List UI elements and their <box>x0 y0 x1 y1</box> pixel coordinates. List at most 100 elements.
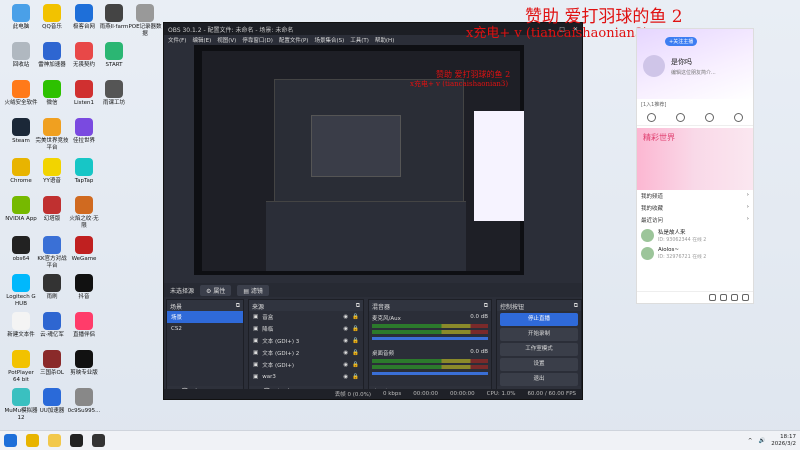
visibility-icon[interactable]: ◉ <box>343 350 348 356</box>
desktop-icon[interactable]: 幻塔版 <box>35 196 69 223</box>
visibility-icon[interactable]: ◉ <box>343 314 348 320</box>
desktop-icon[interactable]: 极客台网 <box>67 4 101 31</box>
menu-item[interactable]: 配置文件(P) <box>279 36 309 44</box>
desktop-icon[interactable]: QQ音乐 <box>35 4 69 31</box>
desktop-icon[interactable]: Chrome <box>4 158 38 185</box>
desktop-icon[interactable]: POE记录器数据 <box>128 4 162 37</box>
desktop-icon[interactable]: 雨刷 <box>35 274 69 301</box>
desktop-icon[interactable]: 直播伴侣 <box>67 312 101 339</box>
chrome-icon[interactable] <box>26 434 39 447</box>
tray-volume-icon[interactable]: 🔊 <box>758 438 765 444</box>
tab-recent-icon[interactable] <box>676 113 685 122</box>
follow-badge[interactable]: +关注主播 <box>665 37 698 46</box>
source-item[interactable]: ▣ 降临 ◉ 🔒 <box>249 323 363 335</box>
bottom-icon[interactable] <box>720 294 727 301</box>
desktop-icon[interactable]: 佳拉世界 <box>67 118 101 145</box>
promo-banner[interactable]: 精彩世界 <box>637 128 753 190</box>
source-item[interactable]: ▣ 文本 (GDI+) 2 ◉ 🔒 <box>249 347 363 359</box>
windows-icon[interactable] <box>4 434 17 447</box>
dock-popout-icon[interactable]: ⧉ <box>356 302 360 309</box>
source-item[interactable]: ▣ war3 ◉ 🔒 <box>249 371 363 383</box>
obs-window[interactable]: OBS 30.1.2 - 配置文件: 未命名 - 场景: 未命名 – □ ✕ 文… <box>163 22 583 400</box>
scene-item[interactable]: CS2 <box>167 323 243 335</box>
visibility-icon[interactable]: ◉ <box>343 362 348 368</box>
channel-menu-item[interactable]: 最近访问 › <box>637 214 753 226</box>
desktop-icon[interactable]: 火焰之纹·无限 <box>67 196 101 229</box>
folder-icon[interactable] <box>48 434 61 447</box>
clock[interactable]: 18:17 2026/3/2 <box>771 434 796 448</box>
obs-preview[interactable]: 赞助 爱打羽球的鱼 2 x充电+ v (tiancaishaonian3) <box>194 45 524 275</box>
lock-icon[interactable]: 🔒 <box>352 326 359 332</box>
desktop-icon[interactable]: 雨课工坊 <box>97 80 131 107</box>
control-button[interactable]: 开始录制 <box>500 328 578 341</box>
desktop-icon[interactable]: obs64 <box>4 236 38 263</box>
desktop-icon[interactable]: 回收站 <box>4 42 38 69</box>
desktop-icon[interactable]: Steam <box>4 118 38 145</box>
desktop-icon[interactable]: START <box>97 42 131 69</box>
volume-slider[interactable] <box>372 337 488 340</box>
desktop-icon[interactable]: 云·魂亿军 <box>35 312 69 339</box>
source-item[interactable]: ▣ 文本 (GDI+) ◉ 🔒 <box>249 359 363 371</box>
menu-item[interactable]: 文件(F) <box>168 36 186 44</box>
tab-home-icon[interactable] <box>647 113 656 122</box>
control-button[interactable]: 工作室模式 <box>500 343 578 356</box>
desktop-icon[interactable]: 雨燕Il·farm <box>97 4 131 31</box>
volume-slider[interactable] <box>372 372 488 375</box>
desktop-icon[interactable]: 抖音 <box>67 274 101 301</box>
menu-item[interactable]: 编辑(E) <box>192 36 211 44</box>
visibility-icon[interactable]: ◉ <box>343 374 348 380</box>
lock-icon[interactable]: 🔒 <box>352 350 359 356</box>
desktop-icon[interactable]: UU加速器 <box>35 388 69 415</box>
bottom-icon[interactable] <box>742 294 749 301</box>
obs-icon[interactable] <box>92 434 105 447</box>
bottom-icon[interactable] <box>709 294 716 301</box>
desktop-icon[interactable]: 微信 <box>35 80 69 107</box>
lock-icon[interactable]: 🔒 <box>352 314 359 320</box>
dock-popout-icon[interactable]: ⧉ <box>484 302 488 309</box>
menu-item[interactable]: 帮助(H) <box>375 36 394 44</box>
visibility-icon[interactable]: ◉ <box>343 338 348 344</box>
menu-item[interactable]: 工具(T) <box>350 36 369 44</box>
desktop-icon[interactable]: 火绒安全软件 <box>4 80 38 107</box>
tab-profile-icon[interactable] <box>734 113 743 122</box>
desktop-icon[interactable]: 雷神加速器 <box>35 42 69 69</box>
desktop-icon[interactable]: NVIDIA App <box>4 196 38 223</box>
recent-item[interactable]: 私是故人来 ID: 93062344 在线 2 <box>637 226 753 245</box>
desktop-icon[interactable]: 新建文本件 <box>4 312 38 339</box>
source-item[interactable]: ▣ 音盒 ◉ 🔒 <box>249 311 363 323</box>
desktop-icon[interactable]: Logitech G HUB <box>4 274 38 307</box>
visibility-icon[interactable]: ◉ <box>343 326 348 332</box>
source-item[interactable]: ▣ 文本 (GDI+) 3 ◉ 🔒 <box>249 335 363 347</box>
dock-popout-icon[interactable]: ⧉ <box>574 302 578 309</box>
lock-icon[interactable]: 🔒 <box>352 338 359 344</box>
desktop-icon[interactable]: 0c9Su995... <box>67 388 101 415</box>
desktop-icon[interactable]: Listen1 <box>67 80 101 107</box>
dock-popout-icon[interactable]: ⧉ <box>236 302 240 309</box>
desktop-icon[interactable]: TapTap <box>67 158 101 185</box>
bottom-icon[interactable] <box>731 294 738 301</box>
menu-item[interactable]: 场景集合(S) <box>314 36 344 44</box>
desktop-icon[interactable]: 完美世界竞技平台 <box>35 118 69 151</box>
desktop-icon[interactable]: PotPlayer 64 bit <box>4 350 38 383</box>
kk-icon[interactable] <box>70 434 83 447</box>
control-button[interactable]: 设置 <box>500 358 578 371</box>
channel-menu-item[interactable]: 我的频道 › <box>637 190 753 202</box>
properties-button[interactable]: ⚙ 属性 <box>200 284 232 296</box>
desktop-icon[interactable]: YY语音 <box>35 158 69 185</box>
desktop-icon[interactable]: 无畏契约 <box>67 42 101 69</box>
desktop-icon[interactable]: 此电脑 <box>4 4 38 31</box>
desktop-icon[interactable]: MuMu模拟器12 <box>4 388 38 421</box>
recent-item[interactable]: Aiolos~ ID: 32976721 在线 2 <box>637 245 753 262</box>
tab-friends-icon[interactable] <box>705 113 714 122</box>
lock-icon[interactable]: 🔒 <box>352 374 359 380</box>
desktop-icon[interactable]: WeGame <box>67 236 101 263</box>
tray-up-icon[interactable]: ^ <box>748 438 753 444</box>
desktop-icon[interactable]: KK官方对战平台 <box>35 236 69 269</box>
desktop-icon[interactable]: 剪映专业版 <box>67 350 101 377</box>
channel-menu-item[interactable]: 我的收藏 › <box>637 202 753 214</box>
menu-item[interactable]: 视图(V) <box>217 36 236 44</box>
lock-icon[interactable]: 🔒 <box>352 362 359 368</box>
profile-signature[interactable]: 编辑这位朋友简介... <box>671 69 716 76</box>
menu-item[interactable]: 停靠窗口(D) <box>242 36 273 44</box>
scene-item[interactable]: 场景 <box>167 311 243 323</box>
